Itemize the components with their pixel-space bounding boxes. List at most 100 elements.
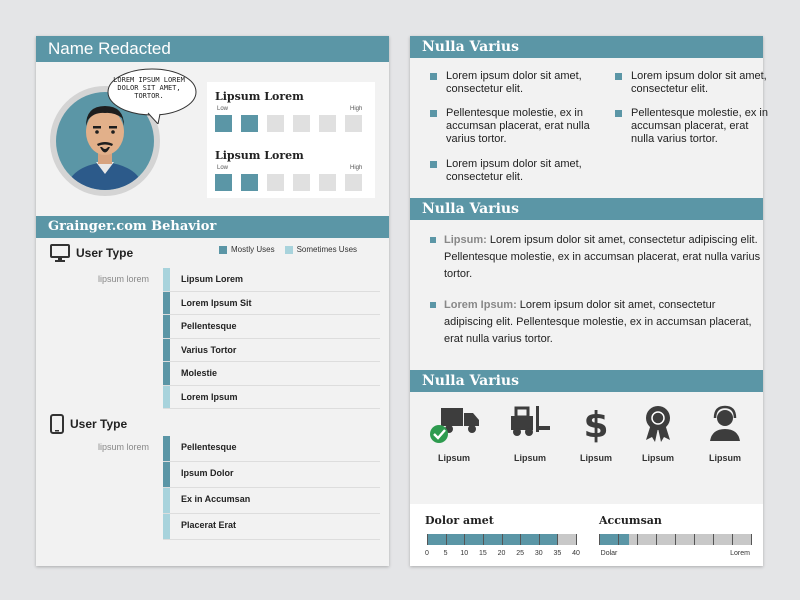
usage-list-item: Pellentesque (163, 315, 380, 339)
details-card: Nulla Varius Lorem ipsum dolor sit amet,… (410, 36, 768, 566)
usage-item-label: Ipsum Dolor (181, 468, 234, 478)
section-title: Nulla Varius (410, 370, 763, 392)
scale-low-label: Low (217, 165, 229, 171)
dolor-tick (482, 534, 484, 545)
bullet-item: Lorem ipsum dolor sit amet, consectetur … (430, 158, 596, 184)
rating-square (215, 174, 232, 191)
accumsan-tick (751, 534, 752, 545)
accumsan-left-label: Dolar (600, 550, 618, 557)
dolor-tick (501, 534, 503, 545)
dolor-tick (520, 534, 522, 545)
section-title: Nulla Varius (410, 36, 763, 58)
mostly-uses-marker (163, 291, 170, 314)
feature-support: Lipsum (695, 404, 755, 463)
usage-item-label: Varius Tortor (181, 344, 237, 355)
usage-item-label: Pellentesque (181, 321, 237, 331)
rating-title: Lipsum Lorem (215, 90, 304, 103)
desktop-monitor-icon (50, 244, 70, 262)
speech-bubble-text: LOREM IPSUM LOREM DOLOR SIT AMET, TORTOR… (113, 76, 185, 100)
usage-item-label: Lorem Ipsum (181, 391, 238, 402)
persona-name-title: Name Redacted (36, 36, 389, 62)
sometimes-uses-marker (163, 514, 170, 539)
accumsan-tick (599, 534, 600, 545)
mobile-usage-list: Pellentesque Ipsum Dolor Ex in Accumsan Pla… (163, 436, 380, 540)
feature-label: Lipsum (513, 453, 546, 463)
rating-square (319, 115, 336, 132)
legend-sometimes: Sometimes Uses (284, 245, 358, 254)
persona-card: Name Redacted LOREM IPSUM LOREM DOLOR SI… (36, 36, 389, 566)
accumsan-scale-title: Accumsan (599, 514, 662, 527)
paragraph-lead: Lorem Ipsum: (444, 299, 517, 311)
dolor-tick (445, 534, 447, 545)
dolor-tick-label: 40 (572, 550, 580, 557)
usage-list-item: Pellentesque (163, 436, 380, 462)
accumsan-tick (732, 534, 733, 545)
paragraph-lead: Lipsum: (444, 234, 487, 246)
usage-list-item: Varius Tortor (163, 338, 380, 362)
feature-truck: Lipsum (424, 404, 484, 463)
scale-high-label: High (350, 106, 363, 112)
rating-square (319, 174, 336, 191)
dolor-tick-label: 20 (497, 550, 506, 557)
dolor-tick-label: 5 (443, 550, 448, 557)
bullet-item: Pellentesque molestie, ex in accumsan pl… (615, 107, 771, 146)
dolor-scale-title: Dolor amet (425, 514, 494, 527)
accumsan-tick (713, 534, 714, 545)
dolor-tick-label: 0 (425, 550, 429, 557)
bullet-item: Pellentesque molestie, ex in accumsan pl… (430, 107, 596, 146)
award-ribbon-icon (646, 406, 670, 442)
rating-square (293, 115, 310, 132)
accumsan-tick (694, 534, 695, 545)
rating-square (345, 115, 362, 132)
usage-list-item: Lorem Ipsum Sit (163, 291, 380, 315)
sometimes-uses-marker (163, 268, 170, 291)
dolor-tick-label: 10 (460, 550, 469, 557)
rating-square (241, 174, 258, 191)
dolor-scale-bar (427, 534, 577, 545)
dolor-tick (427, 534, 428, 545)
feature-award: Lipsum (628, 404, 688, 463)
headset-person-icon (710, 405, 740, 441)
usage-item-label: Molestie (181, 368, 218, 378)
usage-list-item: Molestie (163, 362, 380, 386)
rating-square (267, 115, 284, 132)
dolor-tick-label: 25 (516, 550, 525, 557)
accumsan-scale-fill (599, 534, 630, 545)
sometimes-uses-marker (163, 385, 170, 408)
usage-list-item: Placerat Erat (163, 514, 380, 540)
section-heading-text: User Type (76, 246, 134, 260)
feature-label: Lipsum (437, 453, 470, 463)
usage-item-label: Placerat Erat (181, 520, 237, 530)
dolor-tick-label: 30 (534, 550, 543, 557)
usage-list-item: Ex in Accumsan (163, 488, 380, 514)
legend-sometimes-label: Sometimes Uses (296, 245, 358, 254)
mostly-uses-marker (163, 362, 170, 385)
dolor-tick (557, 534, 559, 545)
rating-title: Lipsum Lorem (215, 149, 304, 162)
feature-label: Lipsum (708, 453, 741, 463)
mobile-user-type-heading: User Type (50, 414, 127, 434)
feature-label: Lipsum (641, 453, 674, 463)
paragraph-item: Lorem Ipsum: Lorem ipsum dolor sit amet,… (430, 297, 764, 348)
dolor-tick (538, 534, 540, 545)
dollar-icon: $ (583, 405, 608, 446)
desktop-usage-list: Lipsum Lorem Lorem Ipsum Sit Pellentesque V… (163, 268, 380, 409)
scales-panel: Dolor amet 0 5 10 15 20 25 30 35 40 Accumsan Dol… (410, 504, 763, 566)
rating-scale (215, 174, 362, 191)
bullet-item: Lorem ipsum dolor sit amet, consectetur … (430, 70, 596, 96)
accumsan-scale-bar (599, 534, 752, 545)
section-title: Nulla Varius (410, 198, 763, 220)
legend-mostly-label: Mostly Uses (231, 245, 275, 254)
paragraph-item: Lipsum: Lorem ipsum dolor sit amet, cons… (430, 232, 764, 283)
ratings-panel: Lipsum Lorem Low High Lipsum Lorem Low H… (207, 82, 375, 198)
rating-scale (215, 115, 362, 132)
dolor-tick (464, 534, 466, 545)
usage-item-label: Pellentesque (181, 442, 237, 452)
rating-square (241, 115, 258, 132)
legend-mostly: Mostly Uses (219, 245, 275, 254)
accumsan-tick (618, 534, 619, 545)
forklift-icon (511, 406, 550, 436)
accumsan-right-label: Lorem (730, 550, 750, 557)
usage-item-label: Lorem Ipsum Sit (181, 297, 252, 308)
rating-square (267, 174, 284, 191)
